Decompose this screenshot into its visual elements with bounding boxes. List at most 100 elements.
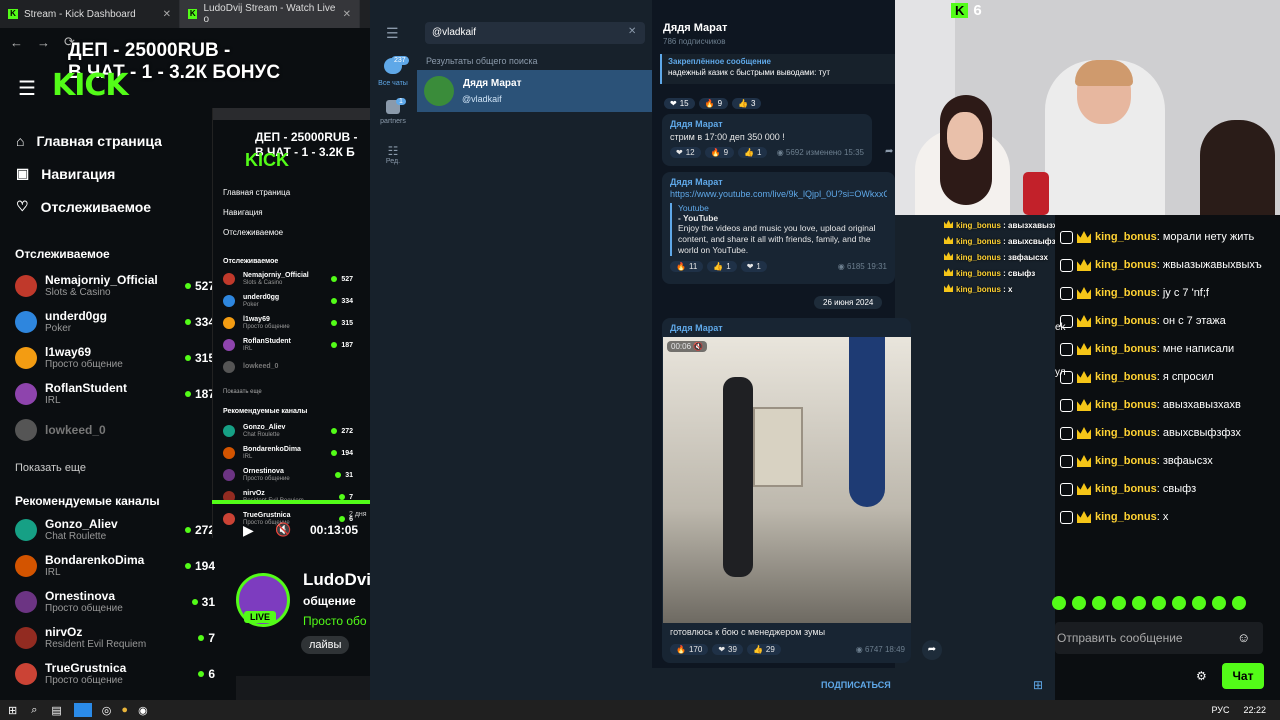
chat-username[interactable]: king_bonus <box>1095 315 1157 327</box>
mute-icon[interactable]: 🔇 <box>275 522 291 538</box>
reaction-chip[interactable]: 👍 29 <box>746 644 781 655</box>
channel-row[interactable]: Gonzo_Aliev Chat Roulette 272 <box>15 512 215 548</box>
reaction-chip[interactable]: 🔥 9 <box>704 147 735 158</box>
nav-browse[interactable]: ▣ Навигация <box>16 157 216 190</box>
settings-gear-icon[interactable]: ⚙ <box>1196 669 1207 683</box>
chat-username[interactable]: king_bonus <box>1095 511 1157 523</box>
menu-icon[interactable]: ☰ <box>18 76 36 101</box>
taskbar-clock[interactable]: 22:22 <box>1243 705 1266 715</box>
tg-search-input[interactable]: @vladkaif <box>425 22 645 44</box>
chat-message[interactable]: king_bonus: жвыазыжавыхвыхъ <box>1055 251 1275 279</box>
tg-link-preview[interactable]: Youtube - YouTube Enjoy the videos and m… <box>670 203 887 256</box>
tg-menu-icon[interactable]: ☰ <box>386 25 399 42</box>
chat-message[interactable]: king_bonus: я спросил <box>1055 363 1275 391</box>
channel-row[interactable]: underd0gg Poker 334 <box>15 304 215 340</box>
browser-tab-dashboard[interactable]: K Stream - Kick Dashboard ✕ <box>0 0 180 28</box>
reaction-chip[interactable]: 👍 1 <box>707 261 737 272</box>
clear-search-icon[interactable]: ✕ <box>628 26 636 37</box>
stream-tag[interactable]: лайвы <box>301 636 350 654</box>
taskbar-language[interactable]: РУС <box>1211 705 1229 715</box>
chat-message[interactable]: king_bonus: морали нету жить <box>1055 223 1275 251</box>
nav-following[interactable]: ♡ Отслеживаемое <box>16 190 216 223</box>
search-icon[interactable]: ⌕ <box>31 704 37 717</box>
streamer-name[interactable]: LudoDvij <box>303 570 370 590</box>
tg-pinned-message[interactable]: Закреплённое сообщение надежный казик с … <box>660 54 895 84</box>
reaction-chip[interactable]: 👍 1 <box>738 147 768 158</box>
back-icon[interactable]: ← <box>10 35 23 50</box>
close-tab-icon[interactable]: ✕ <box>343 9 351 20</box>
chat-username[interactable]: king_bonus <box>1095 371 1157 383</box>
chat-message[interactable]: king_bonus: jy c 7 'nf;f <box>1055 279 1275 307</box>
muted-icon[interactable]: 🔇 <box>693 342 703 351</box>
channel-row[interactable]: nirvOzResident Evil Requiem 7 <box>15 620 215 656</box>
emote-icon[interactable] <box>1152 596 1166 610</box>
tg-edit-folders[interactable]: ☷ Ред. <box>372 144 414 165</box>
show-more-link[interactable]: Показать еще <box>15 462 86 474</box>
gift-icon[interactable]: ⊞ <box>1033 678 1043 692</box>
channel-row[interactable]: l1way69 Просто общение 315 <box>15 340 215 376</box>
tg-channel-name[interactable]: Дядя Марат <box>663 22 727 34</box>
emoji-icon[interactable]: ☺ <box>1237 630 1250 645</box>
channel-row[interactable]: Ornestinova Просто общение 31 <box>223 464 353 486</box>
reaction-chip[interactable]: 🔥 9 <box>698 98 729 109</box>
chat-send-button[interactable]: Чат <box>1222 663 1264 689</box>
stream-category[interactable]: общение <box>303 594 356 608</box>
share-icon[interactable]: ➦ <box>922 640 942 660</box>
chat-username[interactable]: king_bonus <box>1095 427 1157 439</box>
emote-icon[interactable] <box>1112 596 1126 610</box>
tg-search-result[interactable]: Дядя Марат @vladkaif <box>417 70 652 112</box>
channel-row[interactable]: l1way69 Просто общение 315 <box>223 312 353 334</box>
chat-username[interactable]: king_bonus <box>1095 343 1157 355</box>
reaction-chip[interactable]: 🔥 11 <box>670 261 704 272</box>
chat-username[interactable]: king_bonus <box>1095 231 1157 243</box>
chat-input[interactable]: Отправить сообщение <box>1055 622 1263 654</box>
chat-message[interactable]: king_bonus: он с 7 этажа <box>1055 307 1275 335</box>
channel-row[interactable]: lowkeed_0 <box>223 356 353 378</box>
emote-icon[interactable] <box>1232 596 1246 610</box>
chat-username[interactable]: king_bonus <box>1095 287 1157 299</box>
chat-message[interactable]: king_bonus: мне написали <box>1055 335 1275 363</box>
nav-home[interactable]: ⌂ Главная страница <box>16 124 216 157</box>
telegram-taskbar-icon[interactable] <box>73 703 92 717</box>
tg-folder-partners[interactable]: partners <box>372 100 414 125</box>
chat-message[interactable]: king_bonus: авыхсвыфзфзх <box>1055 419 1275 447</box>
channel-row[interactable]: TrueGrustnica Просто общение 6 <box>15 656 215 692</box>
close-tab-icon[interactable]: ✕ <box>163 9 171 20</box>
chat-username[interactable]: king_bonus <box>1095 399 1157 411</box>
channel-row[interactable]: BondarenkoDima IRL 194 <box>15 548 215 584</box>
channel-row[interactable]: RoflanStudent IRL 187 <box>223 334 353 356</box>
emote-icon[interactable] <box>1092 596 1106 610</box>
share-icon[interactable]: ➦ <box>885 146 893 157</box>
reaction-chip[interactable]: ❤ 1 <box>740 261 767 272</box>
steam-icon[interactable]: ◎ <box>102 704 112 717</box>
tg-video[interactable]: 00:06 🔇 <box>663 337 911 623</box>
windows-start-icon[interactable]: ⊞ <box>8 704 17 717</box>
channel-row[interactable]: Nemajorniy_Official Slots & Casino 527 <box>223 268 353 290</box>
kick-logo[interactable]: KICK <box>52 68 129 103</box>
channel-row[interactable]: BondarenkoDima IRL 194 <box>223 442 353 464</box>
channel-row[interactable]: Ornestinova Просто общение 31 <box>15 584 215 620</box>
reaction-chip[interactable]: 🔥 170 <box>670 644 709 655</box>
channel-row[interactable]: Gonzo_Aliev Chat Roulette 272 <box>223 420 353 442</box>
chat-message[interactable]: king_bonus: звфаысзх <box>1055 447 1275 475</box>
channel-row[interactable]: lowkeed_0 <box>15 412 215 448</box>
chat-message[interactable]: king_bonus: х <box>1055 503 1275 531</box>
channel-row[interactable]: Nemajorniy_Official Slots & Casino 527 <box>15 268 215 304</box>
browser-tab-stream[interactable]: K LudoDvij Stream - Watch Live o ✕ <box>180 0 360 28</box>
chat-username[interactable]: king_bonus <box>1095 259 1157 271</box>
channel-row[interactable]: RoflanStudent IRL 187 <box>15 376 215 412</box>
emote-icon[interactable] <box>1072 596 1086 610</box>
chat-username[interactable]: king_bonus <box>1095 483 1157 495</box>
chat-message[interactable]: king_bonus: авызхавызхахв <box>1055 391 1275 419</box>
chat-username[interactable]: king_bonus <box>1095 455 1157 467</box>
tg-msg2-link[interactable]: https://www.youtube.com/live/9k_lQjpl_0U… <box>670 189 887 199</box>
channel-row[interactable]: underd0gg Poker 334 <box>223 290 353 312</box>
emote-icon[interactable] <box>1052 596 1066 610</box>
forward-icon[interactable]: → <box>37 35 50 50</box>
file-explorer-icon[interactable]: ▤ <box>51 704 61 717</box>
play-icon[interactable]: ▶ <box>243 522 254 539</box>
obs-icon[interactable]: ◉ <box>138 704 148 717</box>
emote-icon[interactable] <box>1172 596 1186 610</box>
player-progress-bar[interactable] <box>212 500 370 504</box>
chat-message[interactable]: king_bonus: свыфз <box>1055 475 1275 503</box>
